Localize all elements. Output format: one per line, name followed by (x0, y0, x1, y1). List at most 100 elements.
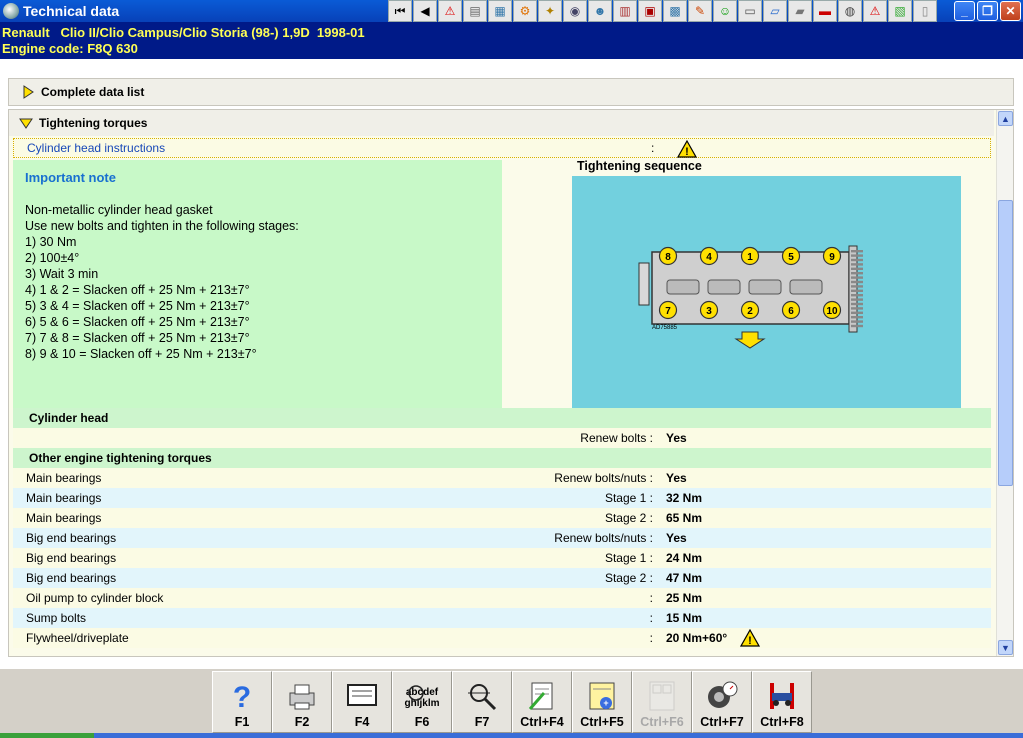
note-line: 8) 9 & 10 = Slacken off + 25 Nm + 213±7° (25, 347, 257, 361)
doc-icon[interactable]: ▤ (463, 0, 487, 22)
edit-doc-icon (528, 682, 553, 710)
table-row: Sump bolts : 15 Nm (13, 608, 991, 628)
cylinder-head-instructions-row[interactable]: Cylinder head instructions : ! (13, 138, 991, 158)
fkey-ctrl-f6-button[interactable]: Ctrl+F6 (632, 671, 692, 733)
car-red-icon[interactable]: ▬ (813, 0, 837, 22)
fkey-label: F6 (414, 715, 430, 729)
row-label: Big end bearings (26, 551, 117, 565)
complete-data-list-header[interactable]: Complete data list (8, 78, 1014, 106)
gear-rib (851, 307, 863, 310)
clock-icon[interactable]: ◉ (563, 0, 587, 22)
svg-text:9: 9 (829, 252, 835, 263)
prev-icon[interactable]: ◀ (413, 0, 437, 22)
function-key-bar: ? F1 F2 F4 abcdef ghijklm F6 F7 Ctrl+F4 + Ctrl+F5 C… (212, 671, 812, 733)
bolt-10: 10 (822, 300, 842, 320)
fkey-f4-button[interactable]: F4 (332, 671, 392, 733)
fkey-label: F7 (474, 715, 490, 729)
tyre-icon[interactable]: ◍ (838, 0, 862, 22)
wrench-icon[interactable]: ✦ (538, 0, 562, 22)
complete-data-list-label: Complete data list (41, 85, 145, 99)
warning-icon[interactable]: ! (677, 140, 697, 158)
first-icon[interactable]: ⏮ (388, 0, 412, 22)
tightening-torques-header[interactable]: Tightening torques (9, 110, 994, 136)
row-label: Sump bolts (26, 611, 87, 625)
row-condition: : (649, 611, 653, 625)
bolt-5: 5 (781, 246, 801, 266)
car-blue-icon[interactable]: ▱ (763, 0, 787, 22)
fkey-ctrl-f5-button[interactable]: + Ctrl+F5 (572, 671, 632, 733)
car-icon[interactable]: ▩ (663, 0, 687, 22)
toolbar: ⏮ ◀ ⚠ ▤ ▦ ⚙ ✦ ◉ ☻ ▥ ▣ ▩ ✎ ☺ ▭ ▱ ▰ ▬ ◍ ⚠ ▧ ▯ (388, 0, 937, 22)
fkey-ctrl-f7-button[interactable]: Ctrl+F7 (692, 671, 752, 733)
scroll-up-button[interactable]: ▲ (998, 111, 1013, 126)
gear-rib (851, 311, 863, 314)
row-label: Main bearings (26, 491, 102, 505)
row-value: Yes (666, 531, 687, 545)
smiley-icon[interactable]: ☺ (713, 0, 737, 22)
vehicle-model: Renault Clio II/Clio Campus/Clio Storia … (2, 25, 365, 40)
fkey-f6-button[interactable]: abcdef ghijklm F6 (392, 671, 452, 733)
warning-icon[interactable]: ⚠ (438, 0, 462, 22)
instructions-separator: : (651, 141, 655, 155)
tray-icon[interactable]: ▭ (738, 0, 762, 22)
table-row: Flywheel/driveplate : 20 Nm+60°! (13, 628, 991, 648)
warning-icon[interactable]: ! (740, 629, 760, 647)
other-torques-heading: Other engine tightening torques (13, 448, 991, 468)
svg-text:!: ! (685, 146, 689, 158)
fkey-f1-button[interactable]: ? F1 (212, 671, 272, 733)
vertical-scrollbar[interactable]: ▲ ▼ (996, 110, 1013, 656)
svg-text:7: 7 (665, 306, 671, 317)
svg-text:?: ? (233, 681, 251, 711)
gear-rib (851, 302, 863, 306)
fkey-f7-button[interactable]: F7 (452, 671, 512, 733)
row-value: 65 Nm (666, 511, 703, 525)
screen-icon (347, 684, 377, 706)
row-value: 25 Nm (666, 591, 703, 605)
torque-section: Tightening torques Cylinder head instruc… (8, 109, 1014, 657)
svg-text:ghijklm: ghijklm (404, 698, 439, 709)
tool-icon[interactable]: ✎ (688, 0, 712, 22)
fkey-label: F1 (234, 715, 250, 729)
fkey-ctrl-f4-button[interactable]: Ctrl+F4 (512, 671, 572, 733)
cylinder-head-heading: Cylinder head (13, 408, 991, 428)
lift-icon[interactable]: ▣ (638, 0, 662, 22)
bolt-7: 7 (658, 300, 678, 320)
car-grey-icon[interactable]: ▰ (788, 0, 812, 22)
row-value: 20 Nm+60° (666, 631, 728, 645)
row-label: Oil pump to cylinder block (26, 591, 164, 605)
note-line: 7) 7 & 8 = Slacken off + 25 Nm + 213±7° (25, 331, 250, 345)
instructions-label[interactable]: Cylinder head instructions (27, 141, 165, 155)
fkey-ctrl-f8-button[interactable]: Ctrl+F8 (752, 671, 812, 733)
gear-rib (851, 320, 863, 323)
bolt-3: 3 (699, 300, 719, 320)
fkey-label: Ctrl+F7 (700, 715, 744, 729)
minimize-button[interactable]: _ (954, 1, 975, 21)
gear-rib (851, 294, 863, 297)
maximize-button[interactable]: ❐ (977, 1, 998, 21)
book-icon[interactable]: ▥ (613, 0, 637, 22)
fkey-label: Ctrl+F5 (580, 715, 624, 729)
warning2-icon[interactable]: ⚠ (863, 0, 887, 22)
fkey-f2-button[interactable]: F2 (272, 671, 332, 733)
chart-icon[interactable]: ▦ (488, 0, 512, 22)
close-button[interactable]: ✕ (1000, 1, 1021, 21)
table-row: Oil pump to cylinder block : 25 Nm (13, 588, 991, 608)
circuit-icon[interactable]: ▧ (888, 0, 912, 22)
arrow-down-icon (19, 118, 33, 129)
row-condition: Stage 1 : (604, 551, 653, 565)
scroll-down-button[interactable]: ▼ (998, 640, 1013, 655)
scroll-thumb[interactable] (998, 200, 1013, 486)
magnifier-icon (468, 684, 497, 711)
people-icon[interactable]: ☻ (588, 0, 612, 22)
gear-rib (851, 324, 863, 328)
main-panel: Complete data list Tightening torques Cy… (0, 59, 1023, 669)
row-value: 47 Nm (666, 571, 703, 585)
svg-text:3: 3 (706, 306, 712, 317)
gear-icon[interactable]: ⚙ (513, 0, 537, 22)
note-line: 2) 100±4° (25, 251, 80, 265)
row-condition: : (649, 591, 653, 605)
bolt-8: 8 (658, 246, 678, 266)
tablet-icon[interactable]: ▯ (913, 0, 937, 22)
fkey-label: Ctrl+F6 (640, 715, 684, 729)
bolt-9: 9 (822, 246, 842, 266)
